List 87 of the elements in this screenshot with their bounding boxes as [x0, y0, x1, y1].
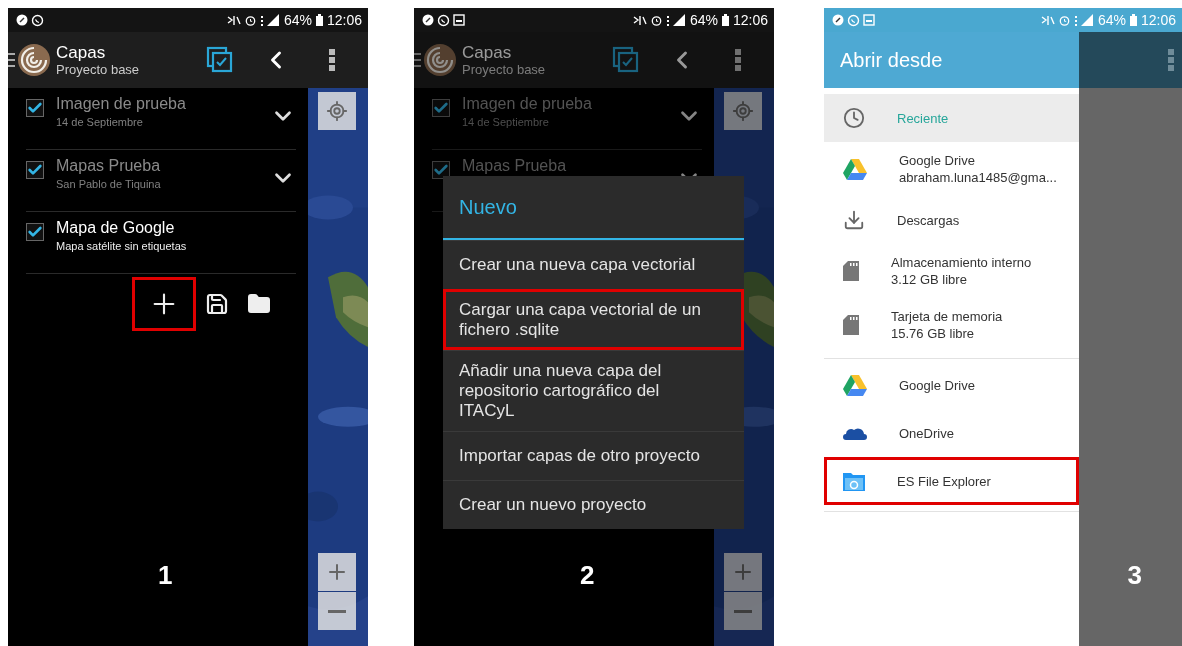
image-icon	[453, 14, 465, 26]
source-title: Almacenamiento interno	[891, 255, 1032, 270]
locate-button[interactable]	[318, 92, 356, 130]
battery-icon	[721, 14, 729, 26]
source-title: Google Drive	[899, 377, 975, 393]
zoom-out-button[interactable]	[724, 592, 762, 630]
layer-name: Imagen de prueba	[462, 95, 593, 113]
minus-icon	[734, 609, 752, 613]
battery-icon	[315, 14, 323, 26]
zoom-out-button[interactable]	[318, 592, 356, 630]
image-icon	[863, 14, 875, 26]
screen-subtitle: Proyecto base	[56, 61, 141, 78]
app-icon	[16, 14, 28, 26]
sd-card-icon	[843, 315, 859, 335]
zoom-in-button[interactable]	[724, 553, 762, 591]
download-icon	[843, 209, 865, 231]
menu-item[interactable]: Cargar una capa vectorial de un fichero .sqlite	[443, 289, 744, 350]
layer-detail: 14 de Septiembre	[462, 116, 550, 128]
clock-time: 12:06	[326, 12, 362, 28]
alarm-icon	[650, 14, 662, 26]
layer-detail: San Pablo de Tiquina	[56, 178, 162, 190]
spiral-logo-icon	[8, 42, 52, 78]
menu-item[interactable]: Crear un nuevo proyecto	[443, 480, 744, 529]
source-title: Reciente	[897, 110, 949, 126]
battery-level: 64%	[1097, 12, 1126, 28]
screen-subtitle: Proyecto base	[462, 61, 547, 78]
sd-card-icon	[843, 261, 859, 281]
clock-time: 12:06	[732, 12, 768, 28]
zoom-in-button[interactable]	[318, 553, 356, 591]
source-detail: 3.12 GB libre	[891, 272, 968, 287]
menu-item[interactable]: Importar capas de otro proyecto	[443, 431, 744, 480]
minus-icon	[328, 609, 346, 613]
more-options-icon	[735, 49, 741, 71]
source-title: Tarjeta de memoria	[891, 309, 1003, 324]
more-options-icon	[329, 49, 335, 71]
battery-level: 64%	[283, 12, 312, 28]
layer-detail: Mapa satélite sin etiquetas	[56, 240, 188, 252]
layer-checkbox[interactable]	[26, 223, 44, 241]
folder-icon	[247, 292, 271, 316]
app-icon	[422, 14, 434, 26]
folder-icon	[843, 471, 865, 491]
clock-time: 12:06	[1140, 12, 1176, 28]
signal-icon	[1073, 14, 1094, 26]
screen-title: Capas	[56, 42, 107, 62]
source-title: Descargas	[897, 212, 960, 228]
chat-icon	[847, 13, 860, 27]
screen-title: Capas	[462, 42, 513, 62]
step-number: 3	[1127, 560, 1142, 591]
layer-name: Mapas Prueba	[462, 157, 568, 175]
spiral-logo-icon	[414, 42, 458, 78]
source-title: Google Drive	[899, 153, 976, 168]
layer-row[interactable]: Mapa de Google Mapa satélite sin etiquetas	[26, 212, 296, 274]
source-detail: abraham.luna1485@gma...	[899, 170, 1057, 185]
locate-button[interactable]	[724, 92, 762, 130]
clock-icon	[843, 107, 865, 129]
locate-icon	[326, 100, 348, 122]
source-title: ES File Explorer	[897, 473, 991, 489]
alarm-icon	[1058, 14, 1070, 26]
battery-level: 64%	[689, 12, 718, 28]
more-options-icon	[1168, 49, 1174, 71]
source-detail: 15.76 GB libre	[891, 326, 976, 341]
app-icon	[832, 14, 844, 26]
layer-detail: 14 de Septiembre	[56, 116, 144, 128]
checked-squares-icon	[206, 46, 234, 74]
triangle-icon	[843, 374, 867, 396]
menu-item[interactable]: Añadir una nueva capa del repositorio cartográfico del ITACyL	[443, 350, 744, 431]
source-item[interactable]: ES File Explorer	[824, 457, 1079, 505]
add-button[interactable]	[132, 277, 196, 331]
chat-icon	[437, 13, 450, 27]
dialog-title: Nuevo	[443, 176, 744, 240]
step-number: 2	[580, 560, 595, 591]
triangle-icon	[843, 158, 867, 180]
layer-name: Mapa de Google	[56, 219, 176, 237]
signal-icon	[259, 14, 280, 26]
battery-icon	[1129, 14, 1137, 26]
checked-squares-icon	[612, 46, 640, 74]
step-number: 1	[158, 560, 173, 591]
alarm-icon	[244, 14, 256, 26]
signal-icon	[665, 14, 686, 26]
source-title: OneDrive	[899, 425, 954, 441]
cloud-icon	[843, 426, 867, 440]
chat-icon	[31, 13, 44, 27]
drawer-title: Abrir desde	[824, 32, 1079, 88]
locate-icon	[732, 100, 754, 122]
layer-name: Mapas Prueba	[56, 157, 162, 175]
layer-name: Imagen de prueba	[56, 95, 187, 113]
menu-item[interactable]: Crear una nueva capa vectorial	[443, 240, 744, 289]
